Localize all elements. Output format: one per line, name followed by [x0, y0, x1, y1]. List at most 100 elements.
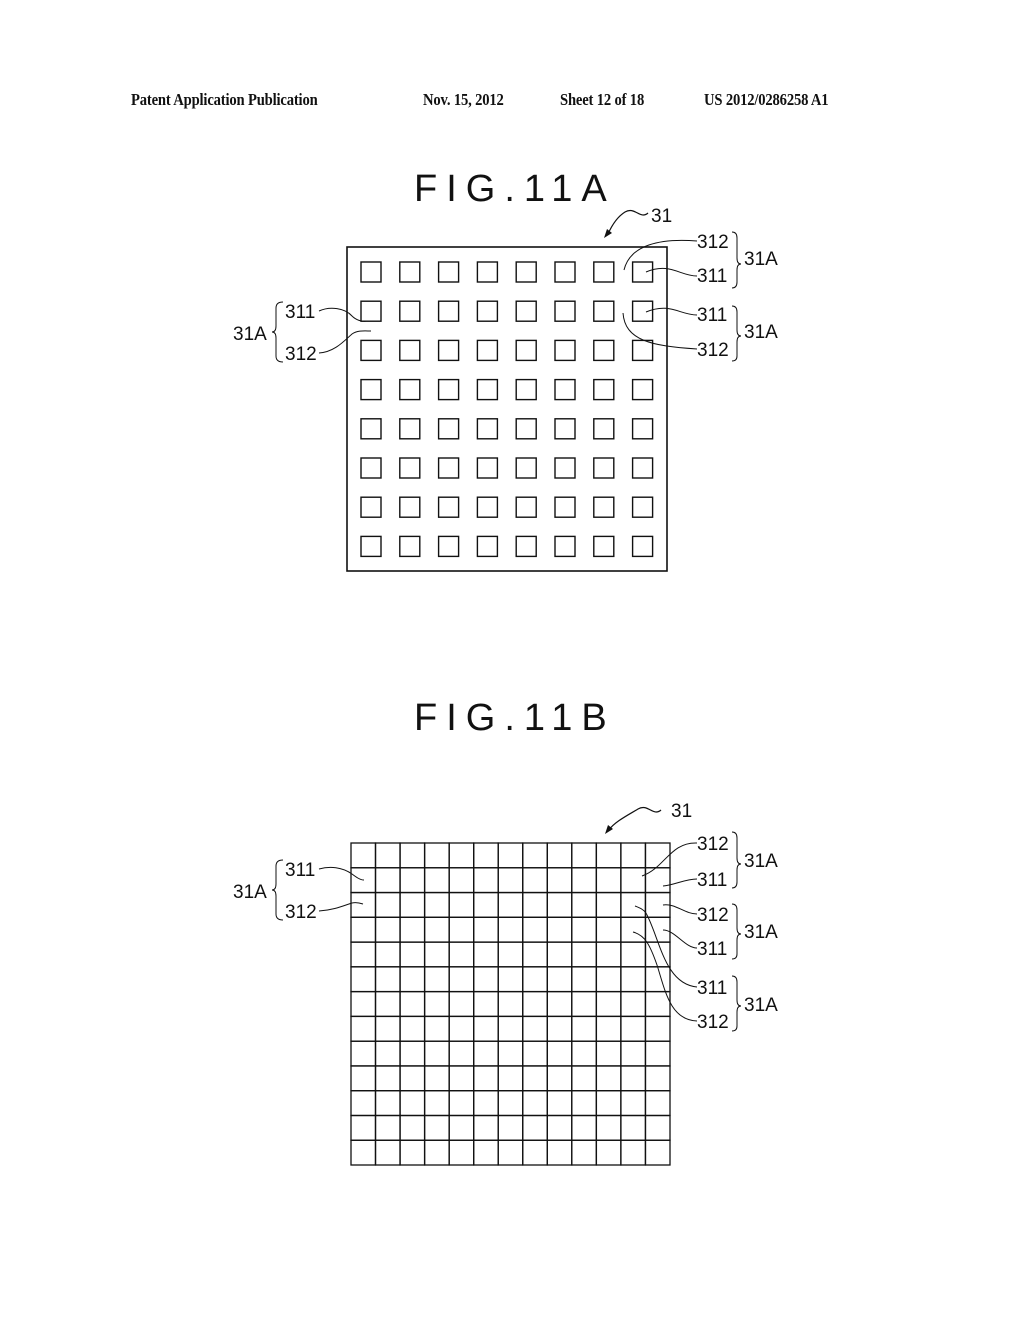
grid-cell	[595, 1139, 622, 1166]
pixel-square	[360, 457, 382, 479]
grid-cell	[546, 1090, 573, 1117]
grid-cell	[620, 1090, 647, 1117]
grid-cell	[374, 1040, 401, 1067]
grid-cell	[448, 867, 475, 894]
grid-cell	[595, 1090, 622, 1117]
fig-11b-label-312-r1: 312	[697, 834, 729, 855]
grid-cell	[644, 842, 671, 869]
grid-cell	[644, 916, 671, 943]
grid-cell	[399, 1139, 426, 1166]
grid-cell	[350, 842, 377, 869]
grid-cell	[595, 1040, 622, 1067]
pixel-square	[476, 300, 499, 322]
pixel-square	[554, 496, 576, 518]
grid-cell	[448, 1090, 475, 1117]
fig-11b-label-311-r2: 311	[697, 939, 727, 960]
fig-11a-leader-312-left	[318, 330, 372, 354]
grid-cell	[595, 1015, 622, 1042]
grid-cell	[350, 966, 377, 993]
grid-cell	[350, 1090, 377, 1117]
grid-cell	[399, 990, 426, 1018]
fig-11b-group-31A-r3: 31A	[744, 995, 778, 1016]
grid-cell	[473, 867, 499, 894]
pixel-square	[515, 339, 537, 362]
fig-11a-label-312-top: 312	[697, 232, 729, 253]
fig-11b-leader-312-left	[318, 902, 364, 912]
grid-cell	[571, 916, 597, 943]
pixel-square	[593, 378, 615, 401]
grid-cell	[473, 941, 499, 968]
grid-cell	[374, 891, 401, 918]
fig-11a-arrowhead-icon	[604, 229, 612, 238]
grid-cell	[595, 891, 622, 918]
fig-11a-leader-312-mid	[622, 312, 698, 350]
grid-cell	[546, 1015, 573, 1042]
grid-cell	[423, 891, 450, 918]
grid-cell	[620, 966, 647, 993]
grid-cell	[522, 1090, 548, 1117]
pixel-square	[437, 339, 460, 362]
grid-cell	[350, 1015, 377, 1042]
pixel-square	[476, 339, 499, 362]
grid-cell	[497, 1040, 524, 1067]
pixel-square	[360, 300, 382, 322]
grid-cell	[571, 1065, 597, 1092]
pixel-square	[476, 418, 499, 440]
grid-cell	[399, 1090, 426, 1117]
grid-cell	[423, 867, 450, 894]
fig-11a-drawing: 31 312 311 31A 311 312 31A 31A 311 312	[233, 206, 778, 572]
grid-cell	[620, 941, 647, 968]
grid-cell	[423, 842, 450, 869]
grid-cell	[350, 990, 377, 1018]
grid-cell	[423, 1040, 450, 1067]
grid-cell	[497, 867, 524, 894]
grid-cell	[423, 1139, 450, 1166]
pixel-square	[399, 378, 421, 401]
pixel-square	[593, 339, 615, 362]
grid-cell	[399, 842, 426, 869]
pixel-square	[515, 300, 537, 322]
fig-11b-label-312-r2: 312	[697, 905, 729, 926]
grid-cell	[546, 842, 573, 869]
grid-cell	[644, 990, 671, 1018]
fig-11b-ref-31-leader	[608, 807, 662, 831]
grid-cell	[350, 1114, 377, 1141]
pixel-square	[554, 339, 576, 362]
fig-11b-label-311-r3: 311	[697, 978, 727, 999]
grid-cell	[595, 1065, 622, 1092]
pixel-square	[593, 418, 615, 440]
pixel-square	[631, 457, 654, 479]
grid-cell	[423, 941, 450, 968]
fig-11b-group-31A-r1: 31A	[744, 851, 778, 872]
grid-cell	[620, 1015, 647, 1042]
grid-cell	[473, 1114, 499, 1141]
fig-11b-brace-left	[271, 859, 284, 921]
grid-cell	[473, 1040, 499, 1067]
fig-11a-brace-mid	[731, 305, 742, 362]
fig-11a-label-312-mid: 312	[697, 340, 729, 361]
pixel-square	[554, 418, 576, 440]
grid-cell	[620, 891, 647, 918]
grid-cell	[497, 1065, 524, 1092]
grid-cell	[522, 916, 548, 943]
grid-cell	[423, 1015, 450, 1042]
grid-cell	[522, 1065, 548, 1092]
pixel-square	[631, 418, 654, 440]
grid-cell	[473, 966, 499, 993]
grid-cell	[399, 867, 426, 894]
grid-cell	[448, 990, 475, 1018]
grid-cell	[546, 1139, 573, 1166]
grid-cell	[644, 1090, 671, 1117]
fig-11a-ref-31: 31	[651, 206, 672, 227]
grid-cell	[448, 1015, 475, 1042]
grid-cell	[473, 842, 499, 869]
grid-cell	[644, 1015, 671, 1042]
grid-cell	[497, 1114, 524, 1141]
grid-cell	[644, 1139, 671, 1166]
grid-cell	[448, 842, 475, 869]
pixel-square	[399, 339, 421, 362]
grid-cell	[571, 1114, 597, 1141]
fig-11a-substrate	[346, 246, 668, 572]
pixel-square	[360, 496, 382, 518]
fig-11a-brace-left	[271, 301, 284, 363]
